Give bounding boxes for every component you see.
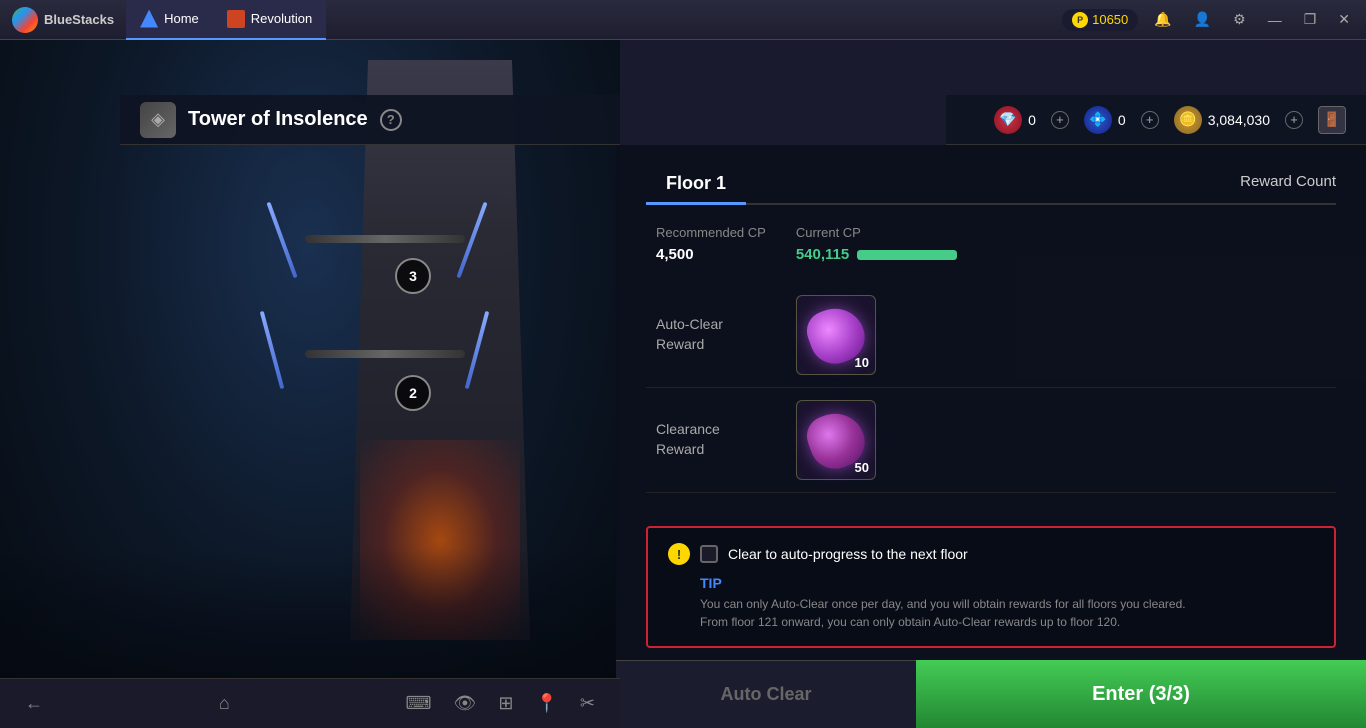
gold-resource: 🪙 3,084,030 [1174, 106, 1270, 134]
tab-home[interactable]: Home [126, 0, 213, 40]
clearance-reward-row: ClearanceReward 50 [646, 388, 1336, 493]
clearance-reward-count: 50 [855, 460, 869, 475]
game-icon [227, 10, 245, 28]
cp-progress-bar [857, 250, 957, 260]
keyboard-icon[interactable]: ⌨ [401, 688, 437, 719]
floor-tab-1[interactable]: Floor 1 [646, 165, 746, 205]
floor-badge-3: 3 [395, 258, 431, 294]
recommended-cp-row: Recommended CP 4,500 [656, 225, 766, 263]
tower-logo: ◈ [140, 102, 176, 138]
location-icon[interactable]: 📍 [530, 688, 562, 719]
auto-progress-checkbox[interactable] [700, 545, 718, 563]
enter-button[interactable]: Enter (3/3) [916, 660, 1366, 728]
pink-item-icon: 💎 [994, 106, 1022, 134]
bluestacks-logo: BlueStacks [0, 7, 126, 33]
settings-icon[interactable]: ⚙ [1227, 9, 1252, 30]
tip-text-block: TIP You can only Auto-Clear once per day… [700, 575, 1314, 631]
chain-horizontal-2 [305, 350, 465, 358]
title-bar: BlueStacks Home Revolution P 10650 🔔 👤 ⚙… [0, 0, 1366, 40]
main-content: 3 2 ◈ Tower of Insolence ? 💎 0 + 💠 0 + 🪙… [0, 40, 1366, 728]
current-cp-value: 540,115 [796, 246, 849, 263]
gold-icon: 🪙 [1174, 106, 1202, 134]
screen-icon[interactable]: ⊞ [493, 688, 518, 719]
back-button[interactable]: ← [20, 688, 48, 719]
reward-count-label: Reward Count [1240, 173, 1336, 195]
home-icon [140, 10, 158, 28]
bluestacks-logo-icon [12, 7, 38, 33]
tip-label: TIP [700, 575, 1314, 591]
gold-value: 3,084,030 [1208, 112, 1270, 128]
home-taskbar-button[interactable]: ⌂ [214, 688, 235, 719]
cp-section: Recommended CP 4,500 Current CP 540,115 [646, 225, 1336, 263]
help-button[interactable]: ? [380, 109, 402, 131]
coin-icon: P [1072, 12, 1088, 28]
floor-tab-label: Floor 1 [666, 173, 726, 193]
title-bar-right: P 10650 🔔 👤 ⚙ — ❐ ✕ [1062, 9, 1366, 31]
auto-clear-reward-label: Auto-ClearReward [656, 315, 776, 354]
content-panel: Floor 1 Reward Count Recommended CP 4,50… [616, 145, 1366, 728]
blue-item-icon: 💠 [1084, 106, 1112, 134]
add-gold-button[interactable]: + [1285, 111, 1303, 129]
scissors-icon[interactable]: ✂ [575, 688, 600, 719]
profile-icon[interactable]: 👤 [1188, 9, 1217, 30]
coin-value: 10650 [1092, 12, 1128, 27]
close-button[interactable]: ✕ [1332, 9, 1356, 30]
blue-item-value: 0 [1118, 112, 1126, 128]
eye-icon[interactable]: 👁 [449, 688, 482, 719]
taskbar: ← ⌂ ⌨ 👁 ⊞ 📍 ✂ [0, 678, 620, 728]
blue-resource: 💠 0 [1084, 106, 1126, 134]
auto-clear-reward-count: 10 [855, 355, 869, 370]
current-cp-bar-container: 540,115 [796, 246, 957, 263]
bottom-buttons: Auto Clear Enter (3/3) [616, 660, 1366, 728]
coin-display: P 10650 [1062, 9, 1138, 31]
checkbox-label: Clear to auto-progress to the next floor [728, 546, 968, 562]
door-button[interactable]: 🚪 [1318, 106, 1346, 134]
app-name: BlueStacks [44, 12, 114, 27]
floor-badge-2: 2 [395, 375, 431, 411]
tip-text-2: From floor 121 onward, you can only obta… [700, 613, 1314, 631]
auto-clear-button[interactable]: Auto Clear [616, 660, 916, 728]
tab-revolution[interactable]: Revolution [213, 0, 326, 40]
checkbox-row: ! Clear to auto-progress to the next flo… [668, 543, 1314, 565]
floor-tabs: Floor 1 Reward Count [646, 165, 1336, 205]
recommended-cp-value: 4,500 [656, 246, 766, 263]
notification-icon[interactable]: 🔔 [1148, 9, 1177, 30]
add-blue-button[interactable]: + [1141, 111, 1159, 129]
current-cp-label: Current CP [796, 225, 957, 240]
pink-item-value: 0 [1028, 112, 1036, 128]
tip-section: ! Clear to auto-progress to the next flo… [646, 526, 1336, 648]
auto-clear-reward-item: 10 [796, 295, 876, 375]
taskbar-right: ⌨ 👁 ⊞ 📍 ✂ [401, 688, 600, 719]
tower-header: ◈ Tower of Insolence ? [120, 95, 620, 145]
pink-resource: 💎 0 [994, 106, 1036, 134]
chain-horizontal-1 [305, 235, 465, 243]
tower-title: Tower of Insolence [188, 108, 368, 131]
clearance-reward-label: ClearanceReward [656, 420, 776, 459]
tab-revolution-label: Revolution [251, 11, 312, 26]
clearance-reward-item: 50 [796, 400, 876, 480]
resources-bar: 💎 0 + 💠 0 + 🪙 3,084,030 + 🚪 [946, 95, 1366, 145]
tip-text-1: You can only Auto-Clear once per day, an… [700, 595, 1314, 613]
warning-icon: ! [668, 543, 690, 565]
minimize-button[interactable]: — [1262, 10, 1288, 30]
current-cp-row: Current CP 540,115 [796, 225, 957, 263]
maximize-button[interactable]: ❐ [1298, 9, 1323, 30]
auto-clear-reward-row: Auto-ClearReward 10 [646, 283, 1336, 388]
cp-bar-fill [857, 250, 957, 260]
tab-home-label: Home [164, 11, 199, 26]
recommended-cp-label: Recommended CP [656, 225, 766, 240]
add-pink-button[interactable]: + [1051, 111, 1069, 129]
